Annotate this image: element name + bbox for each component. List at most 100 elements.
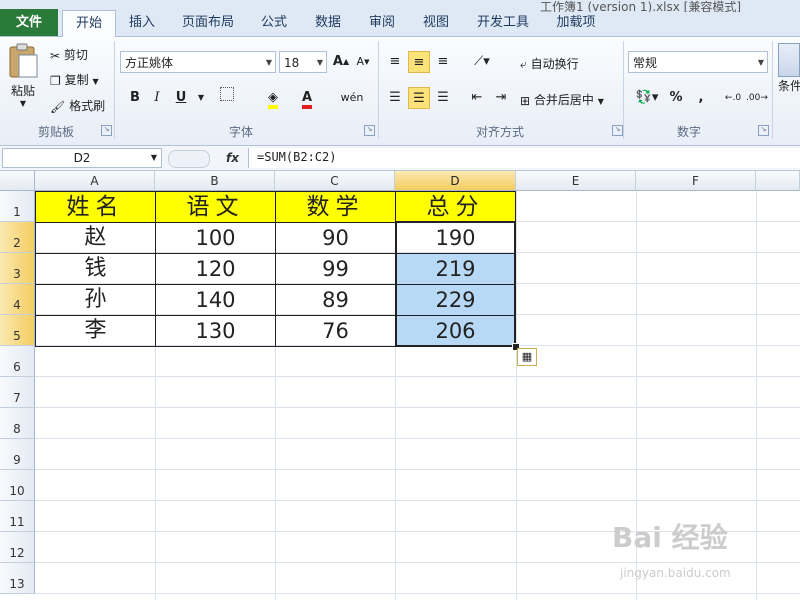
cell-c5[interactable]: 76 [275, 315, 396, 347]
comma-button[interactable]: , [690, 87, 712, 109]
copy-button[interactable]: ❐ 复制 ▼ [50, 71, 99, 88]
cell-b5[interactable]: 130 [155, 315, 276, 347]
cell-d2[interactable]: 190 [395, 222, 516, 254]
currency-format-icon[interactable]: 💱▾ [632, 87, 662, 109]
row-header-1[interactable]: 1 [0, 191, 35, 222]
cell-d5[interactable]: 206 [395, 315, 516, 347]
tab-page-layout[interactable]: 页面布局 [175, 10, 241, 36]
tab-insert[interactable]: 插入 [120, 10, 164, 36]
clipboard-group-label: 剪贴板 [37, 125, 74, 139]
underline-dropdown-icon[interactable]: ▼ [190, 87, 212, 109]
align-center-icon[interactable]: ☰ [408, 87, 430, 109]
tab-developer[interactable]: 开发工具 [470, 10, 536, 36]
orientation-icon[interactable]: ⟋▾ [468, 51, 496, 73]
formula-input[interactable]: =SUM(B2:C2) [248, 148, 800, 168]
merge-center-label: 合并后居中 [533, 93, 594, 107]
phonetic-button[interactable]: wén [338, 87, 366, 109]
paste-button[interactable]: 粘贴 ▼ [6, 43, 40, 115]
format-painter-button[interactable]: 🖌 格式刷 [50, 97, 105, 114]
name-box[interactable]: D2 ▼ [2, 148, 162, 168]
border-button[interactable] [216, 87, 238, 109]
select-all-corner[interactable] [0, 171, 35, 191]
row-header-4[interactable]: 4 [0, 284, 35, 315]
font-size-select[interactable]: 18 ▼ [279, 51, 327, 73]
cell-a3[interactable]: 钱 [35, 253, 156, 285]
align-left-icon[interactable]: ☰ [384, 87, 406, 109]
column-header-d[interactable]: D [395, 171, 516, 191]
font-launcher-icon[interactable]: ↘ [364, 125, 375, 136]
underline-button[interactable]: U [170, 87, 192, 109]
italic-button[interactable]: I [146, 87, 168, 109]
row-header-8[interactable]: 8 [0, 408, 35, 439]
font-color-button[interactable]: A [296, 87, 318, 109]
chevron-down-icon: ▼ [150, 153, 157, 162]
row-header-12[interactable]: 12 [0, 532, 35, 563]
cell-c1[interactable]: 数学 [275, 191, 396, 223]
font-family-select[interactable]: 方正姚体 ▼ [120, 51, 276, 73]
cell-b1[interactable]: 语文 [155, 191, 276, 223]
cell-a4[interactable]: 孙 [35, 284, 156, 316]
row-header-10[interactable]: 10 [0, 470, 35, 501]
row-header-11[interactable]: 11 [0, 501, 35, 532]
row-header-9[interactable]: 9 [0, 439, 35, 470]
column-header-e[interactable]: E [516, 171, 636, 191]
tab-review[interactable]: 审阅 [360, 10, 404, 36]
percent-button[interactable]: % [665, 87, 687, 109]
cell-c4[interactable]: 89 [275, 284, 396, 316]
decrease-indent-icon[interactable]: ⇤ [466, 87, 488, 109]
tab-formulas[interactable]: 公式 [252, 10, 296, 36]
copy-label: 复制 [64, 73, 89, 87]
cell-c3[interactable]: 99 [275, 253, 396, 285]
row-header-2[interactable]: 2 [0, 222, 35, 253]
grow-font-button[interactable]: A▲ [330, 51, 352, 73]
tab-home[interactable]: 开始 [62, 10, 116, 38]
row-header-13[interactable]: 13 [0, 563, 35, 594]
tab-file[interactable]: 文件 [0, 9, 58, 36]
column-header-g[interactable] [756, 171, 800, 191]
cell-b4[interactable]: 140 [155, 284, 276, 316]
tab-data[interactable]: 数据 [306, 10, 350, 36]
conditional-formatting-button[interactable]: 条件 [778, 43, 800, 94]
conditional-formatting-label: 条件 [778, 79, 800, 93]
shrink-font-button[interactable]: A▼ [352, 51, 374, 73]
cell-d4[interactable]: 229 [395, 284, 516, 316]
increase-indent-icon[interactable]: ⇥ [490, 87, 512, 109]
formula-bar-resize-handle[interactable] [168, 150, 210, 168]
auto-fill-options-icon[interactable]: ▦ [517, 348, 537, 366]
merge-center-button[interactable]: ⊞ 合并后居中 ▼ [520, 91, 604, 108]
cell-b3[interactable]: 120 [155, 253, 276, 285]
clipboard-launcher-icon[interactable]: ↘ [101, 125, 112, 136]
column-header-f[interactable]: F [636, 171, 756, 191]
cell-d1[interactable]: 总分 [395, 191, 516, 223]
align-right-icon[interactable]: ☰ [432, 87, 454, 109]
insert-function-icon[interactable]: fx [226, 148, 239, 168]
cell-a1[interactable]: 姓名 [35, 191, 156, 223]
cell-a5[interactable]: 李 [35, 315, 156, 347]
increase-decimal-icon[interactable]: ←.0 [722, 87, 744, 109]
align-bottom-icon[interactable]: ≡ [432, 51, 454, 73]
cell-b2[interactable]: 100 [155, 222, 276, 254]
wrap-text-button[interactable]: ⤶ 自动换行 [520, 55, 579, 72]
number-launcher-icon[interactable]: ↘ [758, 125, 769, 136]
tab-view[interactable]: 视图 [414, 10, 458, 36]
cell-d3[interactable]: 219 [395, 253, 516, 285]
number-format-select[interactable]: 常规 ▼ [628, 51, 768, 73]
row-header-7[interactable]: 7 [0, 377, 35, 408]
row-header-5[interactable]: 5 [0, 315, 35, 346]
align-top-icon[interactable]: ≡ [384, 51, 406, 73]
column-header-a[interactable]: A [35, 171, 155, 191]
bold-button[interactable]: B [124, 87, 146, 109]
fill-color-button[interactable]: ◈ [262, 87, 284, 109]
wrap-text-icon: ⤶ [520, 57, 527, 71]
row-header-6[interactable]: 6 [0, 346, 35, 377]
cut-button[interactable]: ✂ 剪切 [50, 46, 88, 63]
decrease-decimal-icon[interactable]: .00→ [746, 87, 768, 109]
tab-addins[interactable]: 加载项 [548, 10, 604, 36]
column-header-c[interactable]: C [275, 171, 395, 191]
align-middle-icon[interactable]: ≡ [408, 51, 430, 73]
alignment-launcher-icon[interactable]: ↘ [612, 125, 623, 136]
column-header-b[interactable]: B [155, 171, 275, 191]
cell-c2[interactable]: 90 [275, 222, 396, 254]
cell-a2[interactable]: 赵 [35, 222, 156, 254]
row-header-3[interactable]: 3 [0, 253, 35, 284]
